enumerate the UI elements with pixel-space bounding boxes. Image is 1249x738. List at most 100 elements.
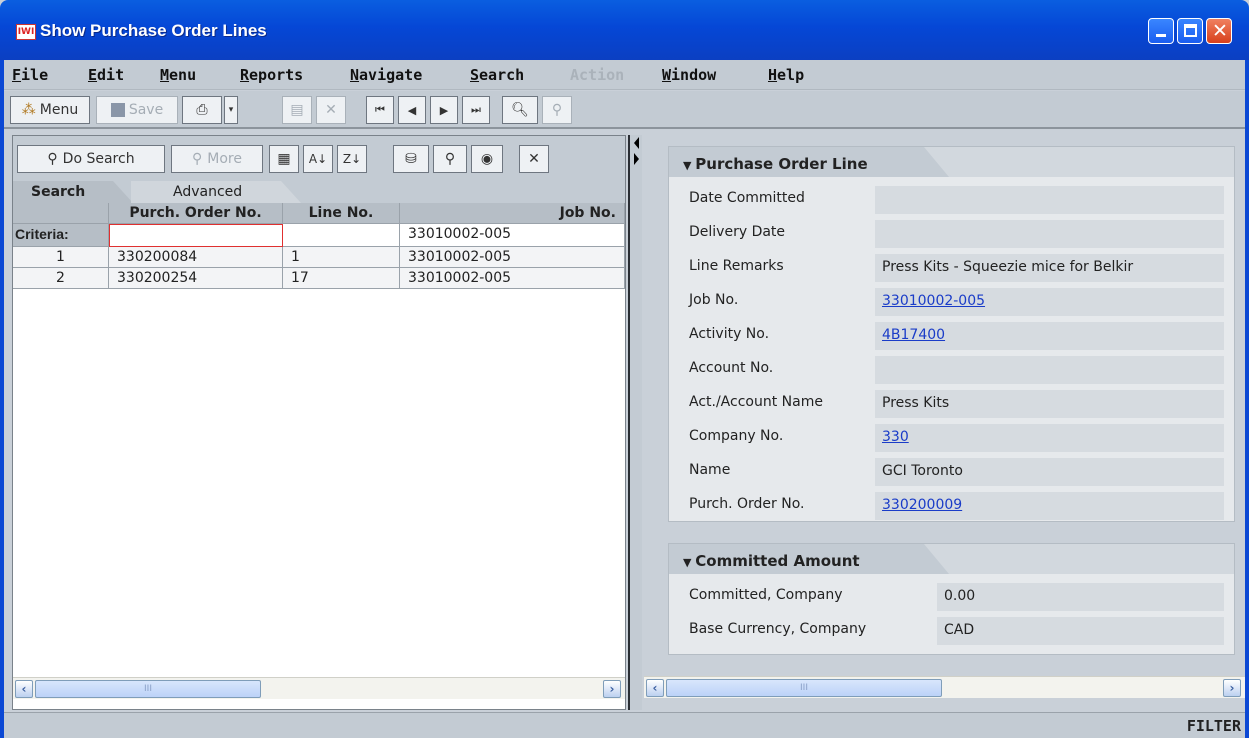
section-header[interactable]: ▼ Committed Amount bbox=[669, 544, 949, 574]
delete-button[interactable]: ✕ bbox=[316, 96, 346, 124]
menu-reports[interactable]: Reports bbox=[240, 66, 303, 84]
first-record-button[interactable]: ⏮ bbox=[366, 96, 394, 124]
new-record-button[interactable]: ▤ bbox=[282, 96, 312, 124]
activity-no-link[interactable]: 4B17400 bbox=[875, 322, 1224, 350]
scroll-left-icon[interactable]: ‹ bbox=[646, 679, 664, 697]
menu-window[interactable]: Window bbox=[662, 66, 716, 84]
printer-icon: ⎙ bbox=[196, 102, 208, 118]
menu-bar: File Edit Menu Reports Navigate Search A… bbox=[4, 60, 1245, 90]
field-account-no: Account No. bbox=[681, 354, 1226, 384]
cell-job[interactable]: 33010002-005 bbox=[400, 268, 625, 289]
print-dropdown-button[interactable]: ▾ bbox=[224, 96, 238, 124]
scroll-left-icon[interactable]: ‹ bbox=[15, 680, 33, 698]
collapse-left-icon[interactable] bbox=[634, 137, 639, 149]
job-no-link[interactable]: 33010002-005 bbox=[875, 288, 1224, 316]
scroll-right-icon[interactable]: › bbox=[1223, 679, 1241, 697]
field-label: Purch. Order No. bbox=[689, 496, 805, 512]
save-search-icon: ⛁ bbox=[405, 151, 417, 167]
sort-descending-icon: Z↓ bbox=[342, 152, 362, 166]
field-value[interactable] bbox=[875, 220, 1224, 248]
purchase-order-line-section: ▼ Purchase Order Line Date Committed Del… bbox=[668, 146, 1235, 522]
close-search-button[interactable]: ✕ bbox=[519, 145, 549, 173]
menu-search[interactable]: Search bbox=[470, 66, 524, 84]
field-label: Name bbox=[689, 462, 731, 478]
menu-button[interactable]: ⁂ Menu bbox=[10, 96, 90, 124]
table-row[interactable]: 2 330200254 17 33010002-005 bbox=[13, 268, 625, 289]
field-value[interactable] bbox=[875, 186, 1224, 214]
criteria-job-input[interactable]: 33010002-005 bbox=[400, 224, 625, 247]
help-search-button[interactable]: ⚲ bbox=[542, 96, 572, 124]
sort-ascending-button[interactable]: A↓ bbox=[303, 145, 333, 173]
more-button[interactable]: ⚲ More bbox=[171, 145, 263, 173]
detail-panel: ▼ Purchase Order Line Date Committed Del… bbox=[642, 135, 1245, 710]
tab-search[interactable]: Search bbox=[13, 181, 133, 203]
field-value[interactable]: Press Kits bbox=[875, 390, 1224, 418]
menu-help[interactable]: Help bbox=[768, 66, 804, 84]
field-label: Delivery Date bbox=[689, 224, 786, 240]
table-row[interactable]: 1 330200084 1 33010002-005 bbox=[13, 247, 625, 268]
menu-edit[interactable]: Edit bbox=[88, 66, 124, 84]
right-horizontal-scrollbar[interactable]: ‹ III › bbox=[644, 676, 1245, 698]
scrollbar-thumb[interactable]: III bbox=[35, 680, 261, 698]
sort-ascending-icon: A↓ bbox=[308, 152, 328, 166]
columns-icon: ▦ bbox=[277, 151, 291, 167]
criteria-po-input[interactable] bbox=[109, 224, 283, 247]
title-bar[interactable]: IWI Show Purchase Order Lines ✕ bbox=[0, 0, 1249, 60]
section-header[interactable]: ▼ Purchase Order Line bbox=[669, 147, 949, 177]
columns-button[interactable]: ▦ bbox=[269, 145, 299, 173]
menu-navigate[interactable]: Navigate bbox=[350, 66, 422, 84]
clear-search-button[interactable]: ⚲ bbox=[433, 145, 467, 173]
field-value[interactable] bbox=[875, 356, 1224, 384]
criteria-line-input[interactable] bbox=[283, 224, 400, 247]
menu-menu[interactable]: Menu bbox=[160, 66, 196, 84]
field-value[interactable]: Press Kits - Squeezie mice for Belkir bbox=[875, 254, 1224, 282]
main-toolbar: ⁂ Menu Save ⎙ ▾ ▤ ✕ ⏮ ◀ ▶ ⏭ 🔍︎ ⚲ bbox=[4, 91, 1245, 129]
field-label: Job No. bbox=[689, 292, 739, 308]
cell-line[interactable]: 17 bbox=[283, 268, 400, 289]
column-header-line[interactable]: Line No. bbox=[283, 203, 400, 224]
scroll-right-icon[interactable]: › bbox=[603, 680, 621, 698]
save-search-button[interactable]: ⛁ bbox=[393, 145, 429, 173]
tab-advanced[interactable]: Advanced bbox=[131, 181, 301, 203]
next-record-button[interactable]: ▶ bbox=[430, 96, 458, 124]
panel-splitter[interactable] bbox=[628, 135, 642, 710]
field-value[interactable]: CAD bbox=[937, 617, 1224, 645]
field-value[interactable]: GCI Toronto bbox=[875, 458, 1224, 486]
cell-line[interactable]: 1 bbox=[283, 247, 400, 268]
cell-po[interactable]: 330200084 bbox=[109, 247, 283, 268]
left-horizontal-scrollbar[interactable]: ‹ III › bbox=[13, 677, 625, 699]
section-header-fill bbox=[919, 147, 1234, 177]
cell-job[interactable]: 33010002-005 bbox=[400, 247, 625, 268]
clear-search-icon: ⚲ bbox=[444, 151, 456, 167]
minimize-button[interactable] bbox=[1148, 18, 1174, 44]
field-value[interactable]: 0.00 bbox=[937, 583, 1224, 611]
purch-order-no-link[interactable]: 330200009 bbox=[875, 492, 1224, 520]
do-search-button[interactable]: ⚲ Do Search bbox=[17, 145, 165, 173]
sort-descending-button[interactable]: Z↓ bbox=[337, 145, 367, 173]
menu-file[interactable]: File bbox=[12, 66, 48, 84]
print-button[interactable]: ⎙ bbox=[182, 96, 222, 124]
save-button[interactable]: Save bbox=[96, 96, 178, 124]
menu-tree-icon: ⁂ bbox=[21, 102, 36, 118]
window-border-left bbox=[0, 60, 4, 738]
scrollbar-thumb[interactable]: III bbox=[666, 679, 942, 697]
cell-po[interactable]: 330200254 bbox=[109, 268, 283, 289]
field-account-name: Act./Account Name Press Kits bbox=[681, 388, 1226, 418]
field-label: Act./Account Name bbox=[689, 394, 823, 410]
last-record-button[interactable]: ⏭ bbox=[462, 96, 490, 124]
window-border-right bbox=[1245, 60, 1249, 738]
column-header-po[interactable]: Purch. Order No. bbox=[109, 203, 283, 224]
collapse-right-icon[interactable] bbox=[634, 153, 639, 165]
close-button[interactable]: ✕ bbox=[1206, 18, 1232, 44]
criteria-label: Criteria: bbox=[13, 224, 109, 247]
maximize-button[interactable] bbox=[1177, 18, 1203, 44]
previous-icon: ◀ bbox=[407, 103, 417, 117]
view-button[interactable]: ◉ bbox=[471, 145, 503, 173]
company-no-link[interactable]: 330 bbox=[875, 424, 1224, 452]
column-header-job[interactable]: Job No. bbox=[400, 203, 625, 224]
find-button[interactable]: 🔍︎ bbox=[502, 96, 538, 124]
first-icon: ⏮ bbox=[375, 103, 385, 116]
field-label: Activity No. bbox=[689, 326, 770, 342]
previous-record-button[interactable]: ◀ bbox=[398, 96, 426, 124]
section-header-fill bbox=[919, 544, 1234, 574]
